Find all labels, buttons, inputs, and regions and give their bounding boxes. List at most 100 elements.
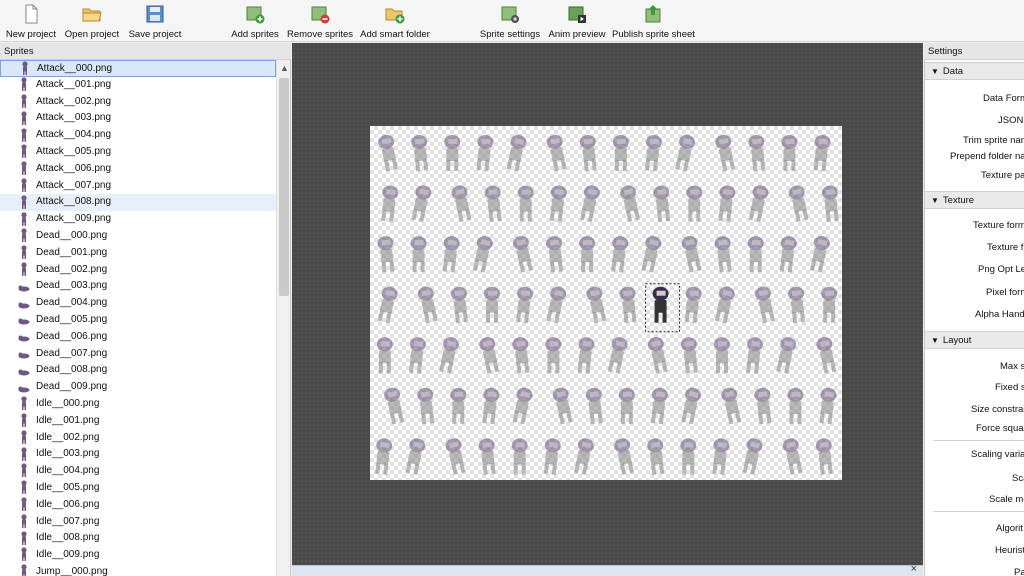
scrollbar-thumb[interactable]	[279, 78, 289, 296]
sprite-frame[interactable]	[754, 285, 777, 324]
anim-preview-button[interactable]: Anim preview	[548, 2, 606, 40]
sprite-frame[interactable]	[544, 285, 567, 324]
sprite-frame[interactable]	[379, 185, 399, 223]
sprite-frame[interactable]	[679, 386, 702, 425]
sprite-frame[interactable]	[680, 438, 697, 475]
sprite-frame[interactable]	[484, 185, 504, 223]
sprite-frame[interactable]	[710, 438, 730, 475]
sprite-frame[interactable]	[613, 437, 636, 476]
sprite-frame[interactable]	[511, 386, 534, 425]
sprite-frame[interactable]	[376, 285, 399, 324]
sprite-frame[interactable]	[578, 184, 601, 223]
sprite-frame[interactable]	[748, 134, 768, 172]
sprite-frame[interactable]	[754, 387, 774, 425]
sprite-frame[interactable]	[787, 286, 807, 324]
sprite-frame[interactable]	[686, 185, 703, 222]
sprite-frame[interactable]	[545, 337, 562, 374]
sprite-frame[interactable]	[815, 438, 835, 475]
sprite-frame[interactable]	[649, 387, 669, 425]
sprite-frame[interactable]	[511, 438, 528, 475]
sprite-frame[interactable]	[744, 336, 764, 374]
sprite-frame[interactable]	[647, 438, 667, 475]
sprite-frame[interactable]	[441, 235, 461, 273]
sprite-frame[interactable]	[411, 134, 431, 172]
sprite-list-item[interactable]: Dead__000.png	[0, 228, 276, 245]
sprite-frame[interactable]	[377, 133, 400, 172]
sprite-list-item[interactable]: Dead__007.png	[0, 346, 276, 363]
sprite-list-item[interactable]: Dead__005.png	[0, 312, 276, 329]
sprite-list[interactable]: Attack__000.png Attack__001.png Attack__00…	[0, 60, 276, 576]
sprite-frame[interactable]	[373, 438, 393, 475]
sprite-frame[interactable]	[714, 337, 730, 374]
sprite-frame[interactable]	[579, 134, 599, 172]
sprite-frame[interactable]	[647, 336, 670, 375]
sprite-list-item[interactable]: Attack__002.png	[0, 94, 276, 111]
sprite-list-item[interactable]: Attack__007.png	[0, 178, 276, 195]
sprite-frame[interactable]	[606, 336, 629, 375]
sprite-frame[interactable]	[585, 387, 605, 425]
sprite-list-item[interactable]: Attack__006.png	[0, 161, 276, 178]
sprite-frame[interactable]	[683, 286, 703, 324]
sprite-frame[interactable]	[410, 236, 427, 273]
sprite-frame[interactable]	[609, 235, 629, 273]
sprite-frame[interactable]	[505, 133, 528, 172]
sprite-frame[interactable]	[450, 286, 470, 324]
open-project-button[interactable]: Open project	[64, 2, 120, 40]
sprite-frame[interactable]	[376, 337, 393, 374]
sprite-frame[interactable]	[407, 336, 427, 374]
sprite-frame[interactable]	[545, 133, 568, 172]
sprite-frame[interactable]	[680, 235, 703, 274]
sprite-frame[interactable]	[747, 184, 770, 223]
sprite-frame[interactable]	[781, 135, 798, 171]
sprite-frame[interactable]	[383, 386, 406, 425]
sprite-list-item[interactable]: Attack__001.png	[0, 77, 276, 94]
sprite-frame[interactable]	[403, 437, 426, 476]
sprite-list-item[interactable]: Attack__008.png	[0, 194, 276, 212]
sprite-list-item[interactable]: Dead__002.png	[0, 262, 276, 279]
sprite-list-item[interactable]: Attack__000.png	[0, 60, 276, 77]
sprite-frame[interactable]	[484, 286, 500, 323]
sprite-list-item[interactable]: Dead__001.png	[0, 245, 276, 262]
scroll-up-icon[interactable]: ▲	[280, 63, 289, 73]
sprite-frame[interactable]	[673, 133, 696, 172]
sprite-frame[interactable]	[417, 387, 437, 425]
sprite-list-item[interactable]: Idle__004.png	[0, 463, 276, 480]
sprite-sheet-preview[interactable]	[370, 126, 842, 480]
sprite-frame[interactable]	[639, 235, 662, 274]
sprite-list-item[interactable]: Idle__008.png	[0, 530, 276, 547]
sprite-list-item[interactable]: Idle__002.png	[0, 430, 276, 447]
sprite-frame[interactable]	[619, 286, 639, 324]
sprite-frame[interactable]	[548, 185, 568, 223]
sprite-frame[interactable]	[653, 185, 673, 223]
remove-sprites-button[interactable]: Remove sprites	[287, 2, 353, 40]
section-texture-header[interactable]: ▼ Texture	[925, 191, 1024, 209]
sprite-frame[interactable]	[437, 336, 460, 375]
sprite-list-item[interactable]: Dead__006.png	[0, 329, 276, 346]
sprite-list-item[interactable]: Dead__008.png	[0, 362, 276, 379]
sprite-frame[interactable]	[444, 135, 461, 171]
sprite-frame[interactable]	[720, 386, 743, 425]
sprite-frame[interactable]	[542, 438, 562, 475]
sprite-frame[interactable]	[714, 235, 734, 273]
sprite-frame[interactable]	[821, 185, 841, 223]
sprite-frame[interactable]	[377, 235, 397, 273]
sprite-frame[interactable]	[714, 133, 737, 172]
sprite-frame[interactable]	[551, 386, 574, 425]
sprite-frame[interactable]	[517, 185, 534, 222]
save-project-button[interactable]: Save project	[127, 2, 183, 40]
sprite-frame[interactable]	[747, 236, 764, 273]
sprite-frame[interactable]	[480, 387, 500, 425]
sprite-frame[interactable]	[514, 286, 534, 324]
sprite-settings-button[interactable]: Sprite settings	[479, 2, 541, 40]
sprite-list-item[interactable]: Attack__003.png	[0, 110, 276, 127]
sprite-frame[interactable]	[812, 134, 832, 172]
sprite-frame[interactable]	[612, 135, 629, 171]
sprite-frame[interactable]	[576, 336, 596, 374]
canvas-area[interactable]: ×	[292, 43, 923, 576]
sprite-frame[interactable]	[652, 286, 669, 323]
sprite-frame[interactable]	[815, 336, 838, 375]
sprite-frame[interactable]	[787, 184, 810, 223]
sprite-frame[interactable]	[450, 387, 467, 424]
sprite-frame[interactable]	[471, 235, 494, 274]
sprite-list-item[interactable]: Idle__000.png	[0, 396, 276, 413]
